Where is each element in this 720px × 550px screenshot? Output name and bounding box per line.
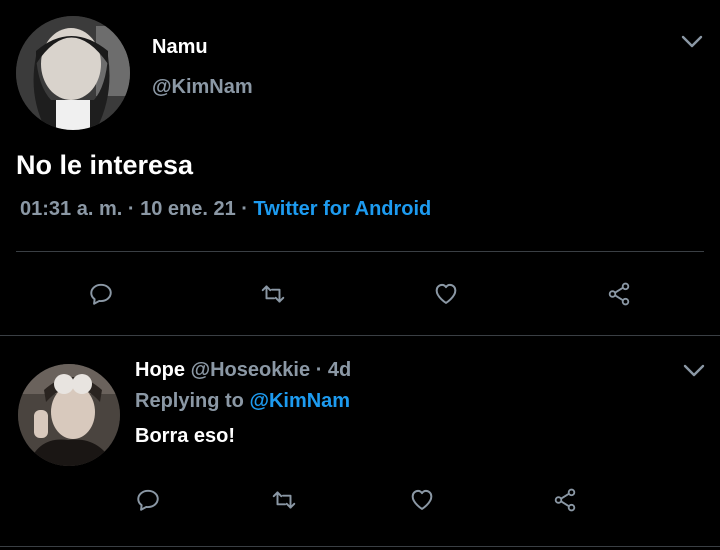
tweet-time: 01:31 a. m. bbox=[20, 198, 123, 220]
tweet-meta: 01:31 a. m. · 10 ene. 21 · Twitter for A… bbox=[20, 198, 431, 221]
handle[interactable]: @KimNam bbox=[152, 76, 253, 99]
replying-to-handle[interactable]: @KimNam bbox=[249, 390, 350, 412]
divider bbox=[0, 546, 720, 547]
reply-icon bbox=[137, 489, 159, 511]
like-button[interactable] bbox=[408, 485, 436, 513]
chevron-down-icon bbox=[683, 364, 705, 377]
reply-header: Hope @Hoseokkie · 4d bbox=[135, 359, 351, 382]
meta-separator: · bbox=[241, 198, 248, 220]
tweet-text: No le interesa bbox=[16, 150, 194, 180]
tweet-source[interactable]: Twitter for Android bbox=[254, 198, 432, 220]
share-button[interactable] bbox=[605, 280, 633, 308]
heart-icon bbox=[411, 489, 433, 510]
profile-photo bbox=[16, 16, 130, 130]
share-icon bbox=[608, 282, 630, 306]
replying-to-label: Replying to bbox=[135, 390, 244, 412]
reply-display-name[interactable]: Hope bbox=[135, 359, 185, 381]
reply-text: Borra eso! bbox=[135, 425, 236, 447]
share-button[interactable] bbox=[551, 486, 579, 514]
reply-more-button[interactable] bbox=[682, 363, 706, 384]
reply-button[interactable] bbox=[134, 486, 162, 514]
reply-avatar[interactable] bbox=[18, 364, 120, 466]
heart-icon bbox=[435, 283, 457, 304]
replying-to: Replying to @KimNam bbox=[135, 390, 350, 413]
display-name[interactable]: Namu bbox=[152, 36, 208, 59]
more-button[interactable] bbox=[680, 34, 704, 55]
reply-icon bbox=[90, 283, 112, 305]
meta-separator: · bbox=[127, 198, 135, 220]
avatar[interactable] bbox=[16, 16, 130, 130]
like-button[interactable] bbox=[432, 279, 460, 307]
retweet-button[interactable] bbox=[259, 280, 287, 308]
reply-age: · 4d bbox=[315, 359, 352, 381]
retweet-icon bbox=[272, 491, 296, 509]
chevron-down-icon bbox=[681, 35, 703, 48]
share-icon bbox=[554, 488, 576, 512]
divider bbox=[16, 251, 704, 252]
reply-button[interactable] bbox=[87, 280, 115, 308]
tweet-date: 10 ene. 21 bbox=[140, 198, 236, 220]
reply-handle[interactable]: @Hoseokkie bbox=[191, 359, 311, 381]
retweet-icon bbox=[261, 285, 285, 303]
retweet-button[interactable] bbox=[270, 486, 298, 514]
divider bbox=[0, 335, 720, 336]
profile-photo bbox=[18, 364, 120, 466]
